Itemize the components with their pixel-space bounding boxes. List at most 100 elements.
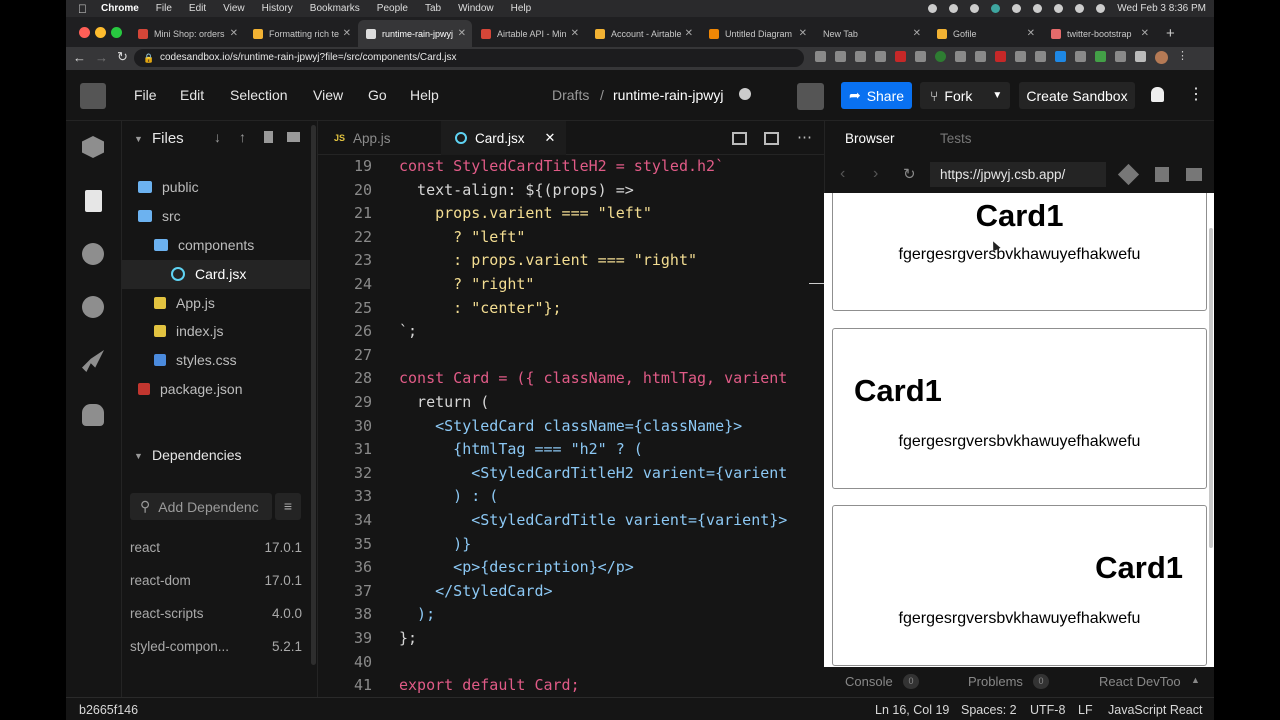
file-icon[interactable] [85,190,102,212]
menu-file[interactable]: File [134,87,157,103]
close-tab-icon[interactable]: ✕ [1027,28,1035,39]
tree-file-styles[interactable]: styles.css [154,352,237,368]
sort-down-icon[interactable]: ↓ [214,129,221,145]
address-bar[interactable]: 🔒 codesandbox.io/s/runtime-rain-jpwyj?fi… [134,49,804,67]
tree-file-package[interactable]: package.json [138,381,243,397]
menu-selection[interactable]: Selection [230,87,288,103]
close-tab-icon[interactable]: ✕ [545,130,556,146]
code-line[interactable]: text-align: ${(props) => [399,181,634,199]
preview-forward-icon[interactable]: › [873,165,878,183]
extension-icon[interactable] [1035,51,1046,62]
preview-back-icon[interactable]: ‹ [840,165,845,183]
browser-tab[interactable]: Untitled Diagram ✕ [701,20,813,47]
status-icon[interactable] [1012,4,1022,13]
extension-icon[interactable] [855,51,866,62]
preview-viewport[interactable]: Card1 fgergesrgversbvkhawuyefhakwefu Car… [824,193,1214,667]
dependency-options-button[interactable]: ≡ [275,493,301,520]
public-globe-icon[interactable] [739,88,751,100]
team-icon[interactable] [82,404,104,426]
extension-icon[interactable] [895,51,906,62]
back-icon[interactable]: ← [73,50,86,65]
browser-tab[interactable]: Airtable API - Min ✕ [473,20,585,47]
dependency-row[interactable]: styled-compon... 5.2.1 [130,639,302,654]
code-line[interactable]: ? "right" [399,275,534,293]
github-icon[interactable] [82,296,104,318]
tree-folder-src[interactable]: src [138,208,181,224]
browser-tab[interactable]: Formatting rich te ✕ [245,20,357,47]
copy-icon[interactable] [1155,167,1169,182]
code-line[interactable]: {htmlTag === "h2" ? ( [399,440,643,458]
preview-url-input[interactable]: https://jpwyj.csb.app/ [930,162,1106,187]
battery-icon[interactable] [1096,4,1106,13]
reload-icon[interactable]: ↻ [117,49,128,65]
extension-icon[interactable] [815,51,826,62]
menubar-bookmarks[interactable]: Bookmarks [310,3,360,14]
wifi-icon[interactable] [1054,4,1064,13]
menubar-view[interactable]: View [223,3,245,14]
volume-icon[interactable] [1075,4,1085,13]
share-button[interactable]: ➦ Share [841,82,912,109]
add-dependency-input[interactable]: ⚲ Add Dependenc [130,493,272,520]
tree-file-card[interactable]: Card.jsx [171,266,246,282]
breadcrumb-drafts[interactable]: Drafts [552,87,589,103]
fork-button[interactable]: ⑂ Fork ▼ [920,82,1010,109]
menubar-app-name[interactable]: Chrome [101,3,139,14]
code-line[interactable]: const StyledCardTitleH2 = styled.h2` [399,157,724,175]
code-line[interactable]: `; [399,322,417,340]
forward-icon[interactable]: → [95,50,108,65]
code-line[interactable]: ) : ( [399,487,498,505]
extension-icon[interactable] [975,51,986,62]
extension-icon[interactable] [1015,51,1026,62]
extension-icon[interactable] [955,51,966,62]
code-line[interactable]: <p>{description}</p> [399,558,634,576]
apple-icon[interactable]:  [78,2,87,16]
code-line[interactable]: export default Card; [399,676,580,694]
menubar-history[interactable]: History [262,3,293,14]
sort-up-icon[interactable]: ↑ [239,129,246,145]
dependency-row[interactable]: react-dom 17.0.1 [130,573,302,588]
extension-icon[interactable] [915,51,926,62]
browser-tab[interactable]: Gofile ✕ [929,20,1041,47]
close-tab-icon[interactable]: ✕ [685,28,693,39]
browser-tab[interactable]: New Tab ✕ [815,20,927,47]
browser-tab-active[interactable]: runtime-rain-jpwyj ✕ [358,20,472,47]
status-icon[interactable] [970,4,980,13]
search-status-icon[interactable] [991,4,1001,13]
line-ending[interactable]: LF [1078,703,1093,717]
window-minimize-button[interactable] [95,27,106,38]
extension-icon[interactable] [1115,51,1126,62]
extension-icon[interactable] [1095,51,1106,62]
open-new-window-icon[interactable] [1186,168,1202,181]
extension-icon[interactable] [875,51,886,62]
gear-icon[interactable] [82,243,104,265]
extension-icon[interactable] [995,51,1006,62]
window-zoom-button[interactable] [111,27,122,38]
extension-icon[interactable] [1055,51,1066,62]
menu-help[interactable]: Help [410,87,439,103]
new-file-icon[interactable] [264,131,273,143]
split-editor-icon[interactable] [732,132,747,145]
menubar-help[interactable]: Help [511,3,532,14]
menubar-window[interactable]: Window [458,3,494,14]
editor-tab-card[interactable]: Card.jsx ✕ [441,121,566,155]
status-icon[interactable] [1033,4,1043,13]
puzzle-icon[interactable] [1135,51,1146,62]
tab-browser[interactable]: Browser [845,131,895,146]
bell-icon[interactable] [1151,87,1164,102]
chevron-up-icon[interactable]: ▲ [1191,675,1200,685]
window-close-button[interactable] [79,27,90,38]
tree-folder-public[interactable]: public [138,179,199,195]
close-tab-icon[interactable]: ✕ [343,28,351,39]
tab-tests[interactable]: Tests [940,131,972,146]
avatar[interactable] [1155,51,1168,64]
code-line[interactable]: : props.varient === "right" [399,251,697,269]
code-line[interactable]: return ( [399,393,489,411]
code-line[interactable]: const Card = ({ className, htmlTag, vari… [399,369,787,387]
language-mode[interactable]: JavaScript React [1108,703,1202,717]
code-line[interactable]: : "center"}; [399,299,561,317]
new-tab-icon[interactable]: + [1166,25,1175,42]
more-options-icon[interactable]: ⋮ [1188,84,1204,104]
commit-hash[interactable]: b2665f146 [79,703,138,717]
code-line[interactable]: <StyledCardTitleH2 varient={varient [399,464,787,482]
kebab-menu-icon[interactable]: ⋮ [1177,51,1188,64]
